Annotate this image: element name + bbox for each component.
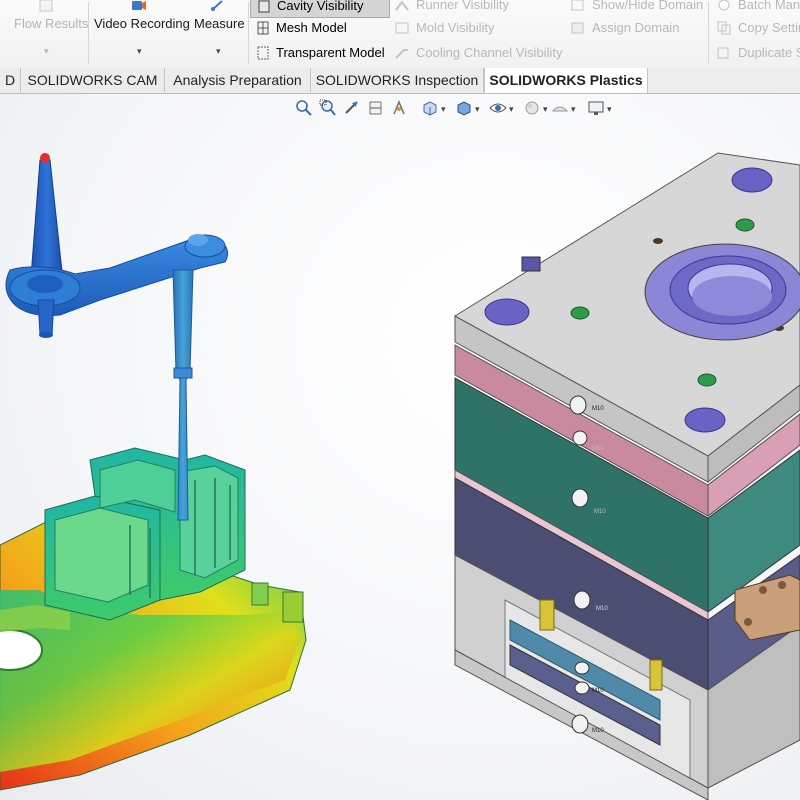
command-manager-ribbon: Flow Results ▾ Video Recording ▾ Measure…	[0, 0, 800, 69]
mold-visibility-button[interactable]: Mold Visibility	[390, 17, 560, 39]
cavity-visibility-label: Cavity Visibility	[277, 0, 364, 13]
bolt-label: M10	[592, 406, 604, 412]
view-orientation-dropdown[interactable]: ▾	[441, 104, 446, 115]
mesh-model-button[interactable]: Mesh Model	[250, 17, 388, 39]
view-settings-icon[interactable]	[587, 99, 605, 117]
cooling-channel-visibility-button[interactable]: Cooling Channel Visibility	[390, 42, 562, 64]
ribbon-separator	[248, 2, 249, 64]
apply-scene-icon[interactable]	[551, 99, 569, 117]
mesh-model-icon	[257, 21, 269, 35]
apply-scene-dropdown[interactable]: ▾	[571, 104, 576, 115]
copy-settings-icon	[717, 21, 731, 35]
measure-label: Measure	[194, 16, 245, 31]
show-hide-domain-button[interactable]: Show/Hide Domain	[566, 0, 706, 16]
duplicate-label: Duplicate S	[738, 45, 800, 60]
runner-visibility-label: Runner Visibility	[416, 0, 509, 12]
assign-domain-icon	[571, 22, 584, 34]
video-camera-icon	[132, 1, 146, 10]
tab-analysis-preparation[interactable]: Analysis Preparation	[165, 68, 311, 92]
injection-location-marker[interactable]	[40, 153, 50, 163]
show-hide-domain-icon	[571, 0, 584, 11]
bolt-label: M10	[592, 446, 604, 452]
zoom-area-icon[interactable]	[319, 99, 337, 117]
section-view-icon[interactable]	[367, 99, 385, 117]
cavity-visibility-button[interactable]: Cavity Visibility	[250, 0, 390, 18]
tab-solidworks-plastics[interactable]: SOLIDWORKS Plastics	[484, 68, 648, 93]
view-orientation-icon[interactable]	[421, 99, 439, 117]
bolt-label: M10	[592, 688, 604, 694]
mold-visibility-label: Mold Visibility	[416, 20, 495, 35]
runner-visibility-icon	[395, 0, 409, 11]
duplicate-button[interactable]: Duplicate S	[712, 42, 800, 64]
batch-manager-button[interactable]: Batch Man	[712, 0, 800, 16]
transparent-model-label: Transparent Model	[276, 45, 385, 60]
model-canvas[interactable]: M10 M10 M10 M10 M10 M10	[0, 94, 800, 800]
display-style-dropdown[interactable]: ▾	[475, 104, 480, 115]
command-manager-tabs: D SOLIDWORKS CAM Analysis Preparation SO…	[0, 68, 800, 94]
hide-show-items-icon[interactable]	[489, 99, 507, 117]
edit-appearance-dropdown[interactable]: ▾	[543, 104, 548, 115]
tab-solidworks-cam[interactable]: SOLIDWORKS CAM	[21, 68, 165, 92]
video-recording-label: Video Recording	[94, 16, 190, 31]
cavity-visibility-icon	[258, 0, 270, 13]
batch-manager-label: Batch Man	[738, 0, 800, 12]
bolt-label: M10	[592, 728, 604, 734]
copy-settings-button[interactable]: Copy Settin	[712, 17, 800, 39]
ribbon-separator	[708, 2, 709, 64]
view-settings-dropdown[interactable]: ▾	[607, 104, 612, 115]
tab-solidworks-inspection[interactable]: SOLIDWORKS Inspection	[311, 68, 484, 92]
flow-results-icon	[39, 0, 53, 12]
bolt-label: M10	[596, 606, 608, 612]
mesh-model-label: Mesh Model	[276, 20, 347, 35]
flow-results-label: Flow Results	[14, 16, 89, 31]
transparent-model-icon	[257, 46, 269, 60]
cooling-channel-icon	[395, 49, 408, 59]
runner-visibility-button[interactable]: Runner Visibility	[390, 0, 560, 16]
copy-settings-label: Copy Settin	[738, 20, 800, 35]
video-recording-dropdown[interactable]: ▾	[137, 46, 142, 57]
measure-icon	[211, 0, 223, 11]
cooling-channel-visibility-label: Cooling Channel Visibility	[416, 45, 563, 60]
show-hide-domain-label: Show/Hide Domain	[592, 0, 704, 12]
bolt-label: M10	[594, 509, 606, 515]
batch-manager-icon	[718, 0, 730, 11]
dynamic-annotation-icon[interactable]	[391, 99, 409, 117]
measure-button[interactable]: Measure ▾	[191, 0, 247, 64]
previous-view-icon[interactable]	[343, 99, 361, 117]
mold-visibility-icon	[395, 22, 409, 34]
video-recording-button[interactable]: Video Recording ▾	[91, 0, 190, 64]
display-style-icon[interactable]	[455, 99, 473, 117]
graphics-area[interactable]: M10 M10 M10 M10 M10 M10	[0, 94, 800, 800]
assign-domain-label: Assign Domain	[592, 20, 680, 35]
zoom-to-fit-icon[interactable]	[295, 99, 313, 117]
hide-show-dropdown[interactable]: ▾	[509, 104, 514, 115]
plastic-part-fill-result[interactable]	[0, 447, 307, 791]
assign-domain-button[interactable]: Assign Domain	[566, 17, 706, 39]
measure-dropdown[interactable]: ▾	[216, 46, 221, 57]
tab-d[interactable]: D	[0, 68, 21, 92]
mold-assembly[interactable]: M10 M10 M10 M10 M10 M10	[454, 152, 800, 800]
edit-appearance-icon[interactable]	[523, 99, 541, 117]
flow-results-dropdown[interactable]: ▾	[44, 46, 49, 57]
flow-results-button[interactable]: Flow Results ▾	[8, 0, 89, 64]
transparent-model-button[interactable]: Transparent Model	[250, 42, 388, 64]
ribbon-separator	[88, 2, 89, 64]
duplicate-icon	[717, 47, 729, 59]
